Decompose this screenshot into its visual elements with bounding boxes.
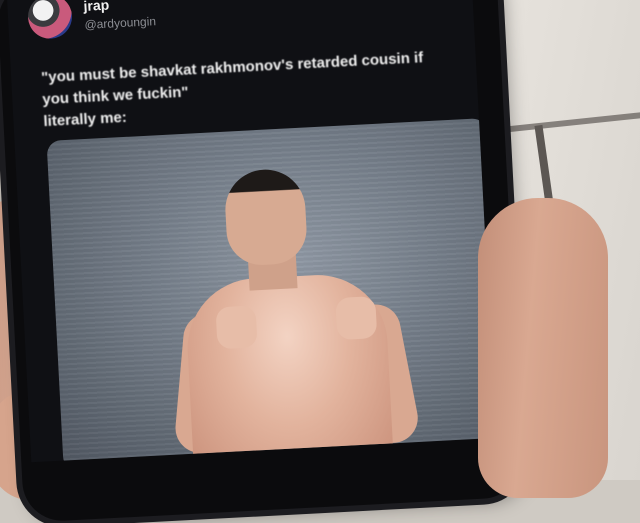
right-hand-thumb [478, 198, 608, 498]
fighter-right-fist [335, 296, 378, 341]
user-handle[interactable]: @ardyoungin [84, 14, 156, 32]
fighter-left-fist [215, 305, 258, 350]
tweet-header: jrap @ardyoungin [26, 0, 157, 40]
avatar[interactable] [26, 0, 74, 40]
tweet-author: jrap @ardyoungin [83, 0, 156, 32]
tweet-media-image[interactable] [46, 118, 496, 463]
display-name[interactable]: jrap [83, 0, 155, 14]
phone-device: jrap @ardyoungin "you must be shavkat ra… [0, 0, 524, 523]
fighter-head [223, 167, 309, 267]
tweet-text: "you must be shavkat rakhmonov's retarde… [41, 45, 464, 133]
phone-screen: jrap @ardyoungin "you must be shavkat ra… [6, 0, 496, 463]
